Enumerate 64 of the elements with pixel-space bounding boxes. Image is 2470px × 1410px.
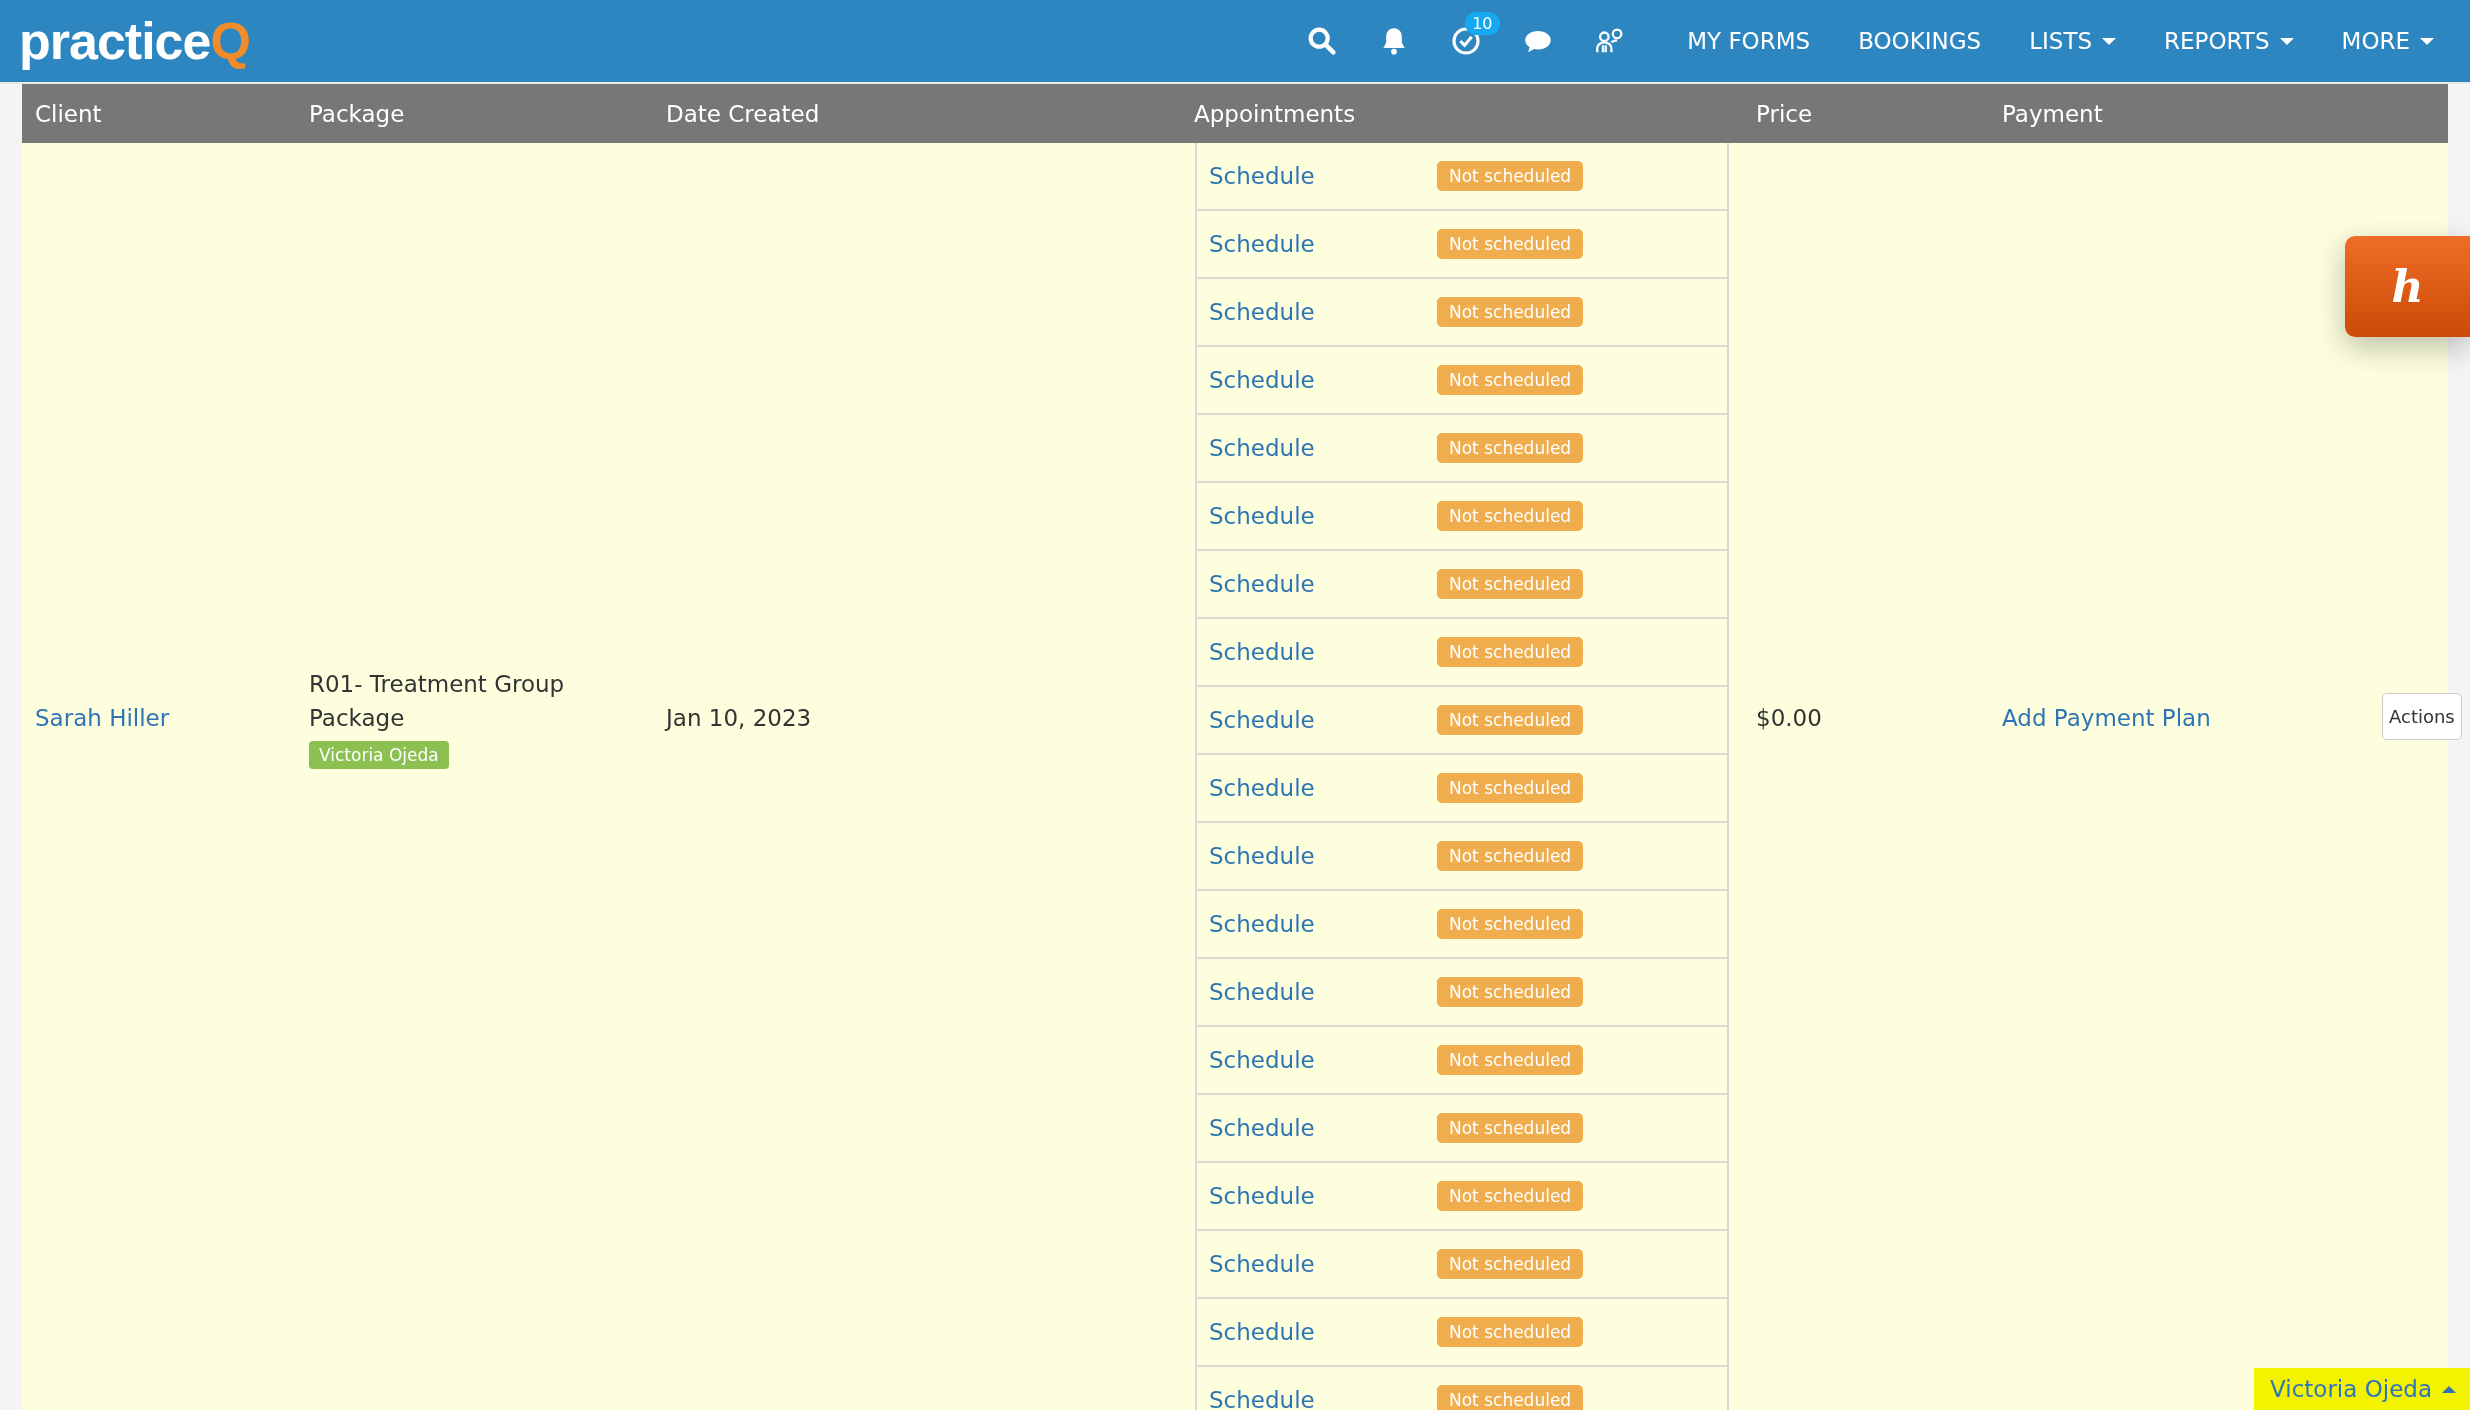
add-payment-plan-link[interactable]: Add Payment Plan xyxy=(2002,705,2211,731)
schedule-link[interactable]: Schedule xyxy=(1209,435,1437,461)
status-badge: Not scheduled xyxy=(1437,501,1584,531)
status-badge: Not scheduled xyxy=(1437,365,1584,395)
schedule-link[interactable]: Schedule xyxy=(1209,639,1437,665)
schedule-link[interactable]: Schedule xyxy=(1209,843,1437,869)
schedule-link[interactable]: Schedule xyxy=(1209,707,1437,733)
nav-menu-item[interactable]: MY FORMS xyxy=(1663,28,1835,54)
column-header: Date Created xyxy=(665,100,821,127)
status-badge: Not scheduled xyxy=(1437,569,1584,599)
status-badge: Not scheduled xyxy=(1437,433,1584,463)
schedule-link[interactable]: Schedule xyxy=(1209,571,1437,597)
status-badge: Not scheduled xyxy=(1437,1317,1584,1347)
schedule-link[interactable]: Schedule xyxy=(1209,1047,1437,1073)
status-badge: Not scheduled xyxy=(1437,161,1584,191)
schedule-link[interactable]: Schedule xyxy=(1209,1115,1437,1141)
status-badge: Not scheduled xyxy=(1437,1045,1584,1075)
schedule-link[interactable]: Schedule xyxy=(1209,775,1437,801)
logo[interactable]: practiceQ xyxy=(19,11,250,71)
caret-icon xyxy=(2442,1385,2456,1393)
status-badge: Not scheduled xyxy=(1437,705,1584,735)
caret-icon xyxy=(2420,37,2434,45)
nav-menu-item[interactable]: BOOKINGS xyxy=(1834,28,2006,54)
status-badge: Not scheduled xyxy=(1437,1385,1584,1410)
schedule-link[interactable]: Schedule xyxy=(1209,503,1437,529)
user-menu-button[interactable]: Victoria Ojeda xyxy=(2254,1368,2470,1410)
status-badge: Not scheduled xyxy=(1437,841,1584,871)
status-badge: Not scheduled xyxy=(1437,773,1584,803)
schedule-link[interactable]: Schedule xyxy=(1209,299,1437,325)
staff-tag: Victoria Ojeda xyxy=(309,741,449,769)
status-badge: Not scheduled xyxy=(1437,977,1584,1007)
nav-menu-item[interactable]: REPORTS xyxy=(2140,28,2318,54)
column-header: Client xyxy=(34,100,103,127)
schedule-link[interactable]: Schedule xyxy=(1209,1251,1437,1277)
schedule-link[interactable]: Schedule xyxy=(1209,367,1437,393)
column-header: Package xyxy=(308,100,406,127)
help-widget-button[interactable]: h xyxy=(2345,236,2470,337)
schedule-link[interactable]: Schedule xyxy=(1209,1319,1437,1345)
count-badge: 10 xyxy=(1465,12,1500,35)
client-link[interactable]: Sarah Hiller xyxy=(35,705,170,731)
actions-button[interactable]: Actions xyxy=(2382,693,2462,740)
nav-menu-item[interactable]: MORE xyxy=(2317,28,2458,54)
caret-icon xyxy=(2279,37,2294,45)
price: $0.00 xyxy=(1756,705,1823,731)
status-badge: Not scheduled xyxy=(1437,229,1584,259)
date-created: Jan 10, 2023 xyxy=(666,705,813,731)
schedule-link[interactable]: Schedule xyxy=(1209,163,1437,189)
status-badge: Not scheduled xyxy=(1437,297,1584,327)
status-badge: Not scheduled xyxy=(1437,1181,1584,1211)
column-header: Appointments xyxy=(1193,100,1357,127)
status-badge: Not scheduled xyxy=(1437,1113,1584,1143)
schedule-link[interactable]: Schedule xyxy=(1209,1387,1437,1410)
schedule-link[interactable]: Schedule xyxy=(1209,911,1437,937)
package-name: R01- Treatment Group Package xyxy=(309,670,566,733)
nav-menu-item[interactable]: LISTS xyxy=(2005,28,2141,54)
status-badge: Not scheduled xyxy=(1437,637,1584,667)
schedule-link[interactable]: Schedule xyxy=(1209,1183,1437,1209)
caret-icon xyxy=(2102,37,2117,45)
column-header: Payment xyxy=(2001,100,2104,127)
status-badge: Not scheduled xyxy=(1437,1249,1584,1279)
schedule-link[interactable]: Schedule xyxy=(1209,979,1437,1005)
column-header: Price xyxy=(1755,100,1814,127)
schedule-link[interactable]: Schedule xyxy=(1209,231,1437,257)
status-badge: Not scheduled xyxy=(1437,909,1584,939)
